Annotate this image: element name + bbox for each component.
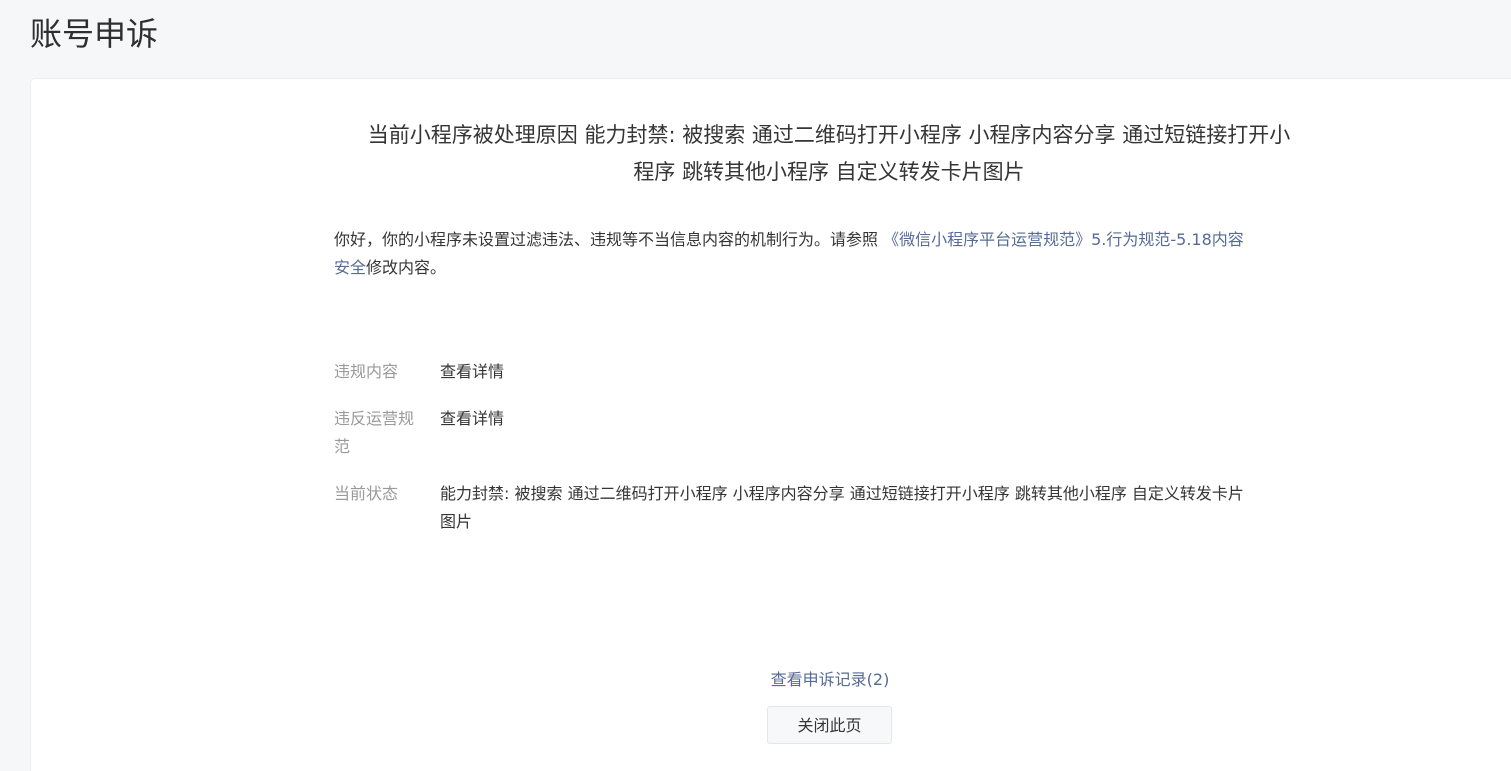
notice-line-2: 安全修改内容。 (334, 254, 1324, 282)
current-status-value: 能力封禁: 被搜索 通过二维码打开小程序 小程序内容分享 通过短链接打开小程序 … (440, 480, 1324, 536)
notice-suffix: 修改内容。 (366, 258, 447, 277)
violated-rule-label: 违反运营规 范 (334, 405, 426, 461)
handling-reason-line-1: 当前小程序被处理原因 能力封禁: 被搜索 通过二维码打开小程序 小程序内容分享 … (367, 123, 1291, 147)
appeal-panel: 当前小程序被处理原因 能力封禁: 被搜索 通过二维码打开小程序 小程序内容分享 … (31, 79, 1511, 771)
page-title: 账号申诉 (30, 15, 159, 53)
notice-text: 你好，你的小程序未设置过滤违法、违规等不当信息内容的机制行为。请参照 (334, 230, 884, 249)
current-status-value-line-1: 能力封禁: 被搜索 通过二维码打开小程序 小程序内容分享 通过短链接打开小程序 … (440, 484, 1244, 503)
appeal-records-row: 查看申诉记录(2) (31, 668, 1511, 692)
violation-content-details[interactable]: 查看详情 (440, 358, 1324, 386)
notice-line-1: 你好，你的小程序未设置过滤违法、违规等不当信息内容的机制行为。请参照 《微信小程… (334, 226, 1324, 254)
appeal-records-link[interactable]: 查看申诉记录(2) (771, 670, 890, 689)
close-page-button[interactable]: 关闭此页 (767, 706, 892, 744)
handling-reason-heading: 当前小程序被处理原因 能力封禁: 被搜索 通过二维码打开小程序 小程序内容分享 … (334, 117, 1324, 191)
violation-notice: 你好，你的小程序未设置过滤违法、违规等不当信息内容的机制行为。请参照 《微信小程… (334, 226, 1324, 282)
current-status-label: 当前状态 (334, 484, 399, 503)
current-status-value-line-2: 图片 (440, 512, 473, 531)
violated-rule-label-line-1: 违反运营规 (334, 409, 415, 428)
handling-reason-line-2: 程序 跳转其他小程序 自定义转发卡片图片 (633, 160, 1025, 184)
platform-rules-link[interactable]: 《微信小程序平台运营规范》5.行为规范-5.18内容 (883, 230, 1244, 249)
platform-rules-link-continued[interactable]: 安全 (334, 258, 366, 277)
violation-content-label: 违规内容 (334, 362, 399, 381)
violated-rule-label-line-2: 范 (334, 437, 351, 456)
violated-rule-details-link[interactable]: 查看详情 (440, 405, 1324, 433)
